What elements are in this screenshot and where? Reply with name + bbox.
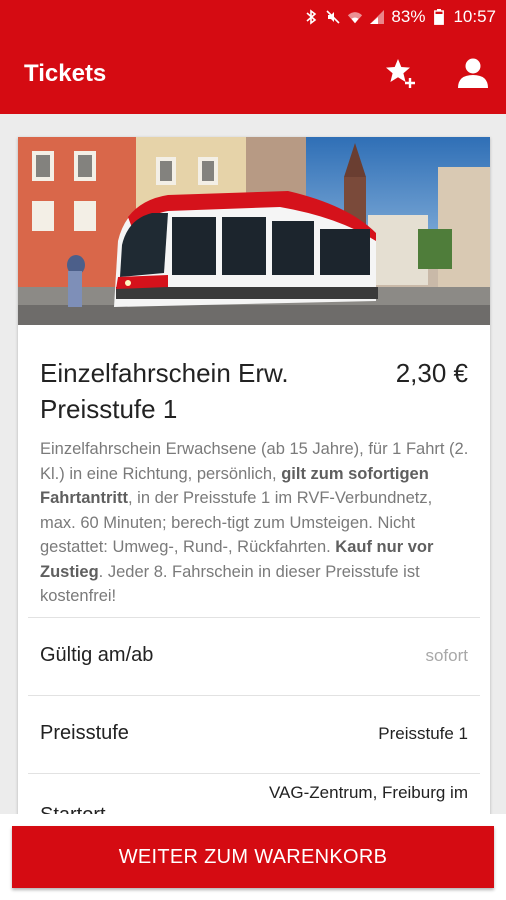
battery-percent: 83%: [391, 7, 426, 26]
wifi-icon: [347, 9, 363, 25]
detail-row-price-level[interactable]: Preisstufe Preisstufe 1: [28, 695, 480, 773]
mute-icon: [325, 9, 341, 25]
battery-icon: [431, 9, 447, 25]
detail-label: Preisstufe: [40, 722, 129, 744]
bluetooth-icon: [303, 9, 319, 25]
profile-button[interactable]: [456, 56, 490, 90]
clock: 10:57: [453, 7, 496, 26]
detail-row-valid-from[interactable]: Gültig am/ab sofort: [28, 617, 480, 695]
ticket-price: 2,30 €: [395, 358, 468, 388]
star-add-icon: [386, 59, 415, 88]
status-bar: 83% 10:57: [0, 0, 506, 36]
favorites-button[interactable]: [384, 56, 418, 90]
detail-value: sofort: [425, 646, 468, 665]
page-title: Tickets: [24, 60, 107, 87]
ticket-description: Einzelfahrschein Erwachsene (ab 15 Jahre…: [40, 437, 470, 609]
detail-value: VAG-Zentrum, Freiburg im: [268, 783, 468, 802]
signal-icon: [369, 9, 385, 25]
tram-photo: [18, 137, 490, 325]
detail-value: Preisstufe 1: [378, 724, 468, 743]
user-icon: [458, 58, 488, 88]
app-bar: Tickets: [0, 36, 506, 114]
detail-label: Gültig am/ab: [40, 644, 154, 666]
ticket-title: Einzelfahrschein Erw. Preisstufe 1: [40, 358, 289, 424]
checkout-button[interactable]: WEITER ZUM WARENKORB: [12, 826, 494, 888]
ticket-card: Einzelfahrschein Erw. Preisstufe 1 2,30 …: [18, 137, 490, 837]
